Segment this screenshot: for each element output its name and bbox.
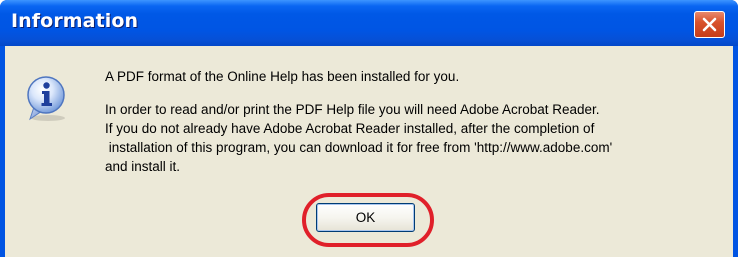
close-button[interactable] [694, 11, 725, 38]
title-bar[interactable]: Information [0, 0, 738, 46]
message-line: If you do not already have Adobe Acrobat… [105, 121, 595, 136]
message-line: installation of this program, you can do… [105, 140, 613, 155]
ok-button[interactable]: OK [316, 203, 415, 232]
message-spacer [105, 86, 725, 100]
dialog-body: A PDF format of the Online Help has been… [5, 46, 733, 257]
message-line: A PDF format of the Online Help has been… [105, 69, 460, 84]
dialog-title: Information [11, 10, 139, 32]
message-text: A PDF format of the Online Help has been… [105, 67, 725, 176]
message-line: In order to read and/or print the PDF He… [105, 102, 600, 117]
message-line: and install it. [105, 159, 181, 174]
information-icon [27, 76, 65, 121]
information-dialog: Information A PDF format of the Online H… [0, 0, 738, 257]
close-icon [702, 17, 717, 32]
